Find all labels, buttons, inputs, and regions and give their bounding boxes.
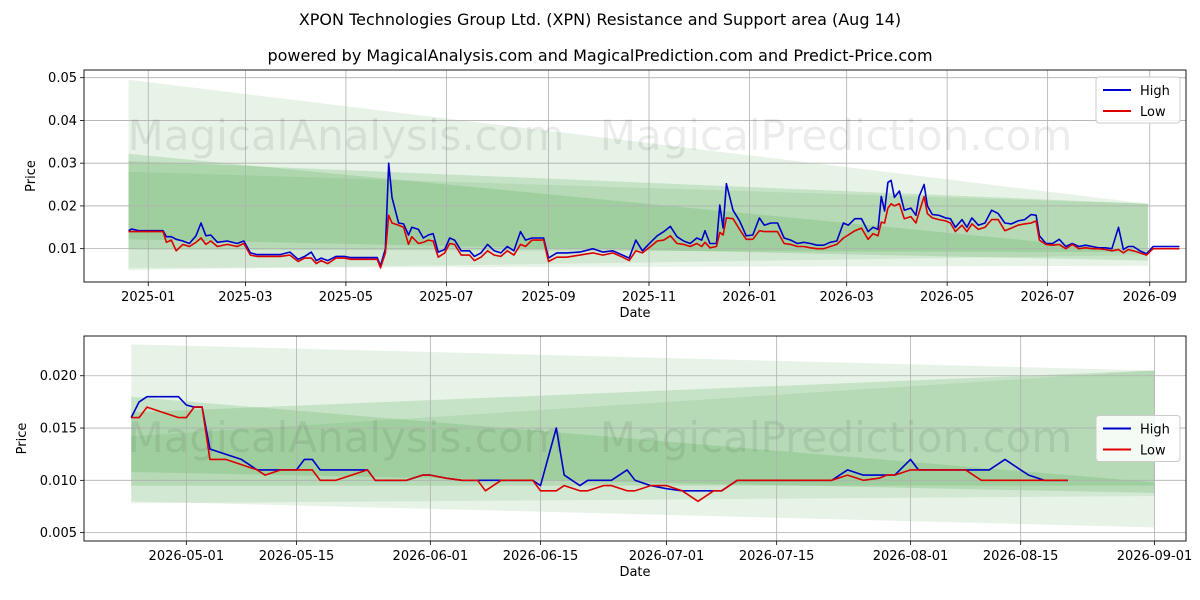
x-axis-label: Date	[619, 306, 650, 321]
x-tick-label: 2025-07	[419, 290, 473, 305]
x-tick-label: 2026-07-15	[739, 549, 815, 564]
y-axis-label: Price	[24, 160, 39, 192]
x-tick-label: 2025-05	[319, 290, 373, 305]
x-tick-label: 2025-01	[121, 290, 175, 305]
x-tick-label: 2026-03	[820, 290, 874, 305]
legend-label-high: High	[1140, 84, 1170, 99]
x-tick-label: 2026-08-01	[873, 549, 949, 564]
legend: High Low	[1095, 415, 1181, 462]
y-tick-label: 0.02	[48, 199, 77, 214]
y-tick-label: 0.010	[40, 474, 77, 489]
y-tick-label: 0.04	[48, 114, 77, 129]
watermark-text: MagicalPrediction.com	[600, 413, 1073, 462]
x-tick-label: 2026-08-15	[983, 549, 1059, 564]
x-tick-label: 2026-05	[920, 290, 974, 305]
x-tick-label: 2026-09	[1123, 290, 1177, 305]
legend-label-low: Low	[1140, 444, 1166, 459]
y-tick-label: 0.020	[40, 369, 77, 384]
x-tick-label: 2026-09-01	[1117, 549, 1193, 564]
watermark-text: MagicalAnalysis.com	[128, 413, 565, 462]
y-tick-label: 0.01	[48, 242, 77, 257]
legend: High Low	[1095, 76, 1181, 124]
watermark-text: MagicalPrediction.com	[600, 111, 1073, 160]
x-tick-label: 2026-06-01	[393, 549, 469, 564]
x-tick-label: 2026-01	[722, 290, 776, 305]
x-tick-label: 2026-06-15	[503, 549, 579, 564]
y-tick-label: 0.05	[48, 71, 77, 86]
legend-label-low: Low	[1140, 105, 1166, 120]
y-tick-label: 0.005	[40, 526, 77, 541]
x-tick-label: 2025-03	[218, 290, 272, 305]
y-tick-label: 0.015	[40, 422, 77, 437]
x-tick-label: 2026-07	[1020, 290, 1074, 305]
chart-figure: XPON Technologies Group Ltd. (XPN) Resis…	[0, 0, 1200, 600]
y-axis-label: Price	[15, 423, 30, 455]
watermark-text: MagicalAnalysis.com	[128, 111, 565, 160]
x-tick-label: 2026-07-01	[629, 549, 705, 564]
chart-canvas: 2025-01 2025-03 2025-05 2025-07 2025-09 2025-…	[15, 69, 1193, 580]
legend-label-high: High	[1140, 423, 1170, 438]
x-tick-label: 2026-05-01	[149, 549, 225, 564]
x-tick-label: 2025-09	[521, 290, 575, 305]
panel-2: 2026-05-01 2026-05-15 2026-06-01 2026-06-15…	[15, 335, 1193, 580]
y-tick-label: 0.03	[48, 157, 77, 172]
x-axis-label: Date	[619, 565, 650, 580]
x-tick-label: 2026-05-15	[259, 549, 335, 564]
x-tick-label: 2025-11	[622, 290, 676, 305]
panel-1: 2025-01 2025-03 2025-05 2025-07 2025-09 2025-…	[24, 69, 1187, 321]
